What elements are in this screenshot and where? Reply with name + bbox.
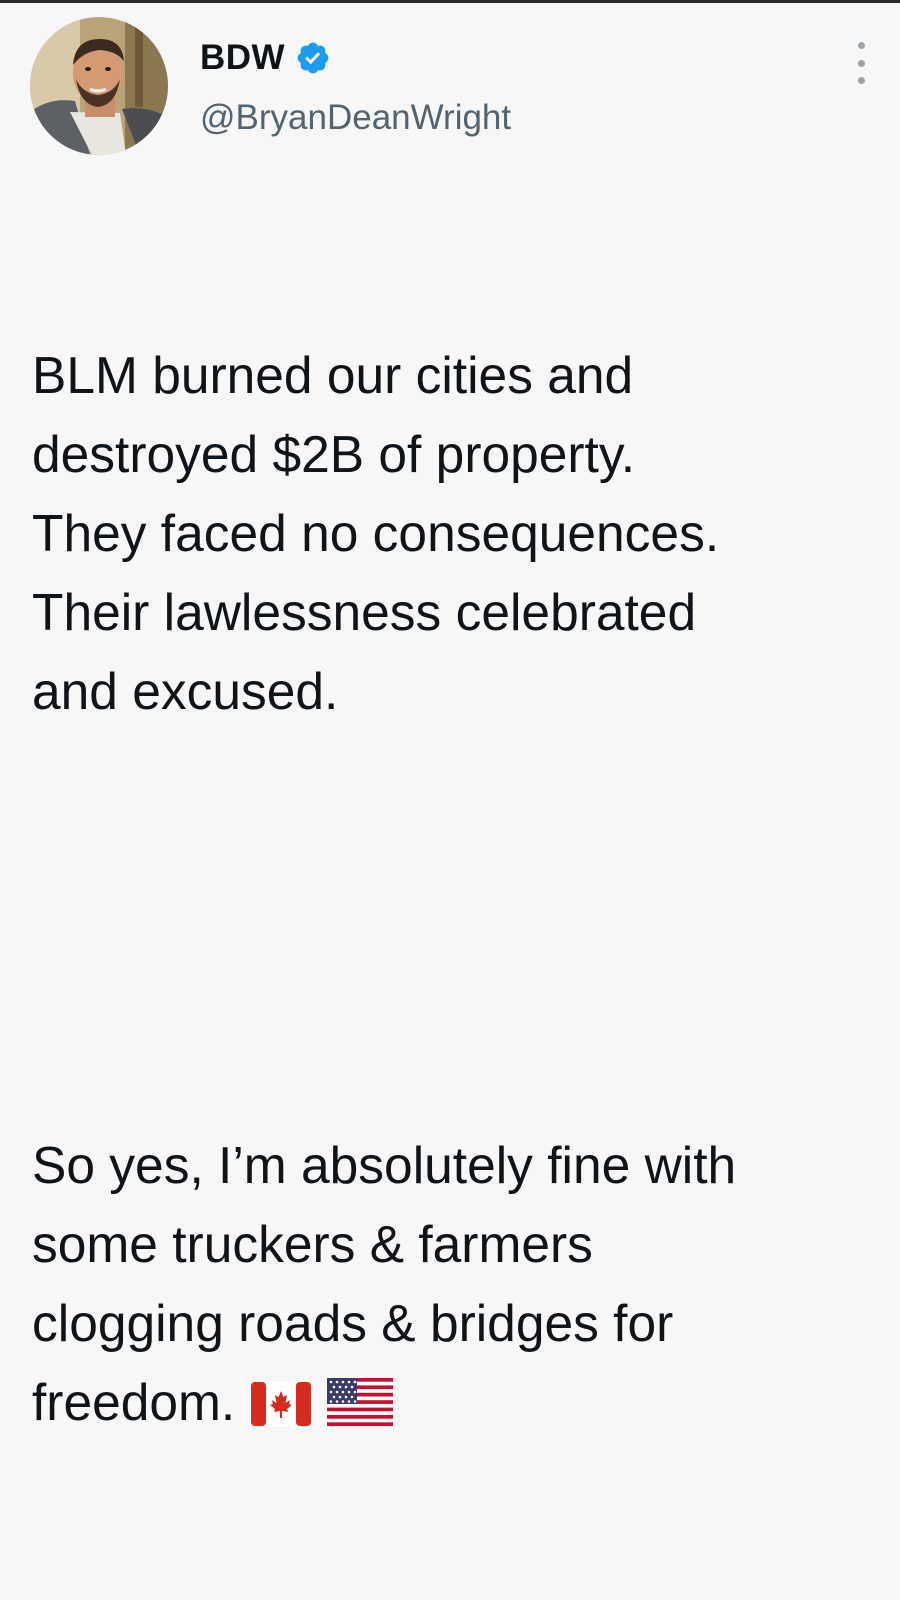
- author-block[interactable]: BDW @BryanDeanWright: [200, 36, 511, 138]
- name-row: BDW: [200, 36, 511, 80]
- more-vertical-icon: [857, 42, 865, 49]
- verified-badge-icon: [295, 40, 331, 76]
- tweet-paragraph-1: BLM burned our cities and destroyed $2B …: [32, 346, 720, 720]
- user-handle[interactable]: @BryanDeanWright: [200, 98, 511, 138]
- avatar[interactable]: [30, 17, 168, 155]
- display-name[interactable]: BDW: [200, 36, 285, 80]
- canada-flag-icon: [251, 1382, 312, 1426]
- more-dot: [857, 59, 865, 67]
- us-flag-icon: [327, 1378, 394, 1426]
- more-options-button[interactable]: [846, 40, 876, 86]
- tweet-card[interactable]: BDW @BryanDeanWright BLM burned our citi…: [0, 0, 900, 1431]
- more-dot: [857, 77, 865, 84]
- avatar-image: [30, 17, 168, 155]
- tweet-text: BLM burned our cities and destroyed $2B …: [32, 178, 892, 1600]
- tweet-paragraph-2: So yes, I’m absolutely fine with some tr…: [32, 1126, 892, 1442]
